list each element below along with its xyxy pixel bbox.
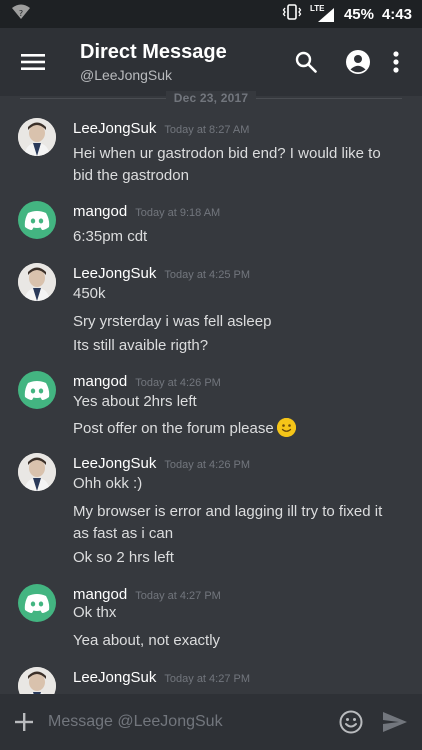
- message-header: LeeJongSuk Today at 4:25 PM: [73, 265, 250, 282]
- discord-logo-icon: [24, 211, 50, 230]
- vibrate-icon: [282, 4, 302, 24]
- message-text: 6:35pm cdt: [73, 228, 148, 245]
- username[interactable]: mangod: [73, 203, 127, 220]
- timestamp: Today at 9:18 AM: [135, 207, 221, 219]
- svg-text:?: ?: [19, 9, 23, 18]
- message-text-with-emoji: Post offer on the forum please: [73, 418, 296, 440]
- username[interactable]: LeeJongSuk: [73, 455, 156, 472]
- wifi-icon: ?: [12, 4, 30, 25]
- date-divider-label: Dec 23, 2017: [165, 91, 257, 105]
- date-divider: Dec 23, 2017: [0, 90, 422, 106]
- plus-icon[interactable]: [12, 710, 36, 734]
- header-titles: Direct Message @LeeJongSuk: [80, 40, 274, 84]
- avatar[interactable]: [18, 263, 56, 301]
- message-header: mangod Today at 4:27 PM: [73, 586, 221, 603]
- signal-icon: LTE: [310, 4, 336, 22]
- message-text: as fast as i can: [73, 525, 174, 542]
- message-text: 450k: [73, 285, 106, 302]
- slightly-smiling-face-icon: [276, 418, 296, 437]
- message-text: Yea about, not exactly: [73, 632, 221, 649]
- avatar[interactable]: [18, 453, 56, 491]
- account-circle-icon[interactable]: [338, 42, 378, 82]
- discord-logo-icon: [24, 594, 50, 613]
- avatar[interactable]: [18, 118, 56, 156]
- username[interactable]: LeeJongSuk: [73, 669, 156, 686]
- avatar[interactable]: [18, 371, 56, 409]
- timestamp: Today at 4:26 PM: [135, 377, 221, 389]
- message-text: Ok thx: [73, 604, 117, 621]
- username[interactable]: mangod: [73, 586, 127, 603]
- timestamp: Today at 4:26 PM: [164, 459, 251, 471]
- timestamp: Today at 4:25 PM: [164, 269, 251, 281]
- avatar[interactable]: [18, 584, 56, 622]
- username[interactable]: LeeJongSuk: [73, 120, 156, 137]
- message-header: LeeJongSuk Today at 4:26 PM: [73, 455, 250, 472]
- search-icon[interactable]: [286, 42, 326, 82]
- message-input[interactable]: [48, 713, 322, 731]
- battery-percent: 45%: [343, 5, 374, 23]
- username[interactable]: mangod: [73, 373, 127, 390]
- send-icon[interactable]: [380, 707, 410, 737]
- timestamp: Today at 4:27 PM: [135, 590, 221, 602]
- status-bar: ? LTE 45% 4:43: [0, 0, 422, 28]
- message-text: bid the gastrodon: [73, 167, 189, 184]
- message-header: mangod Today at 4:26 PM: [73, 373, 221, 390]
- message-text: Hei when ur gastrodon bid end? I would l…: [73, 145, 381, 162]
- message-text: Yes about 2hrs left: [73, 393, 197, 410]
- avatar[interactable]: [18, 201, 56, 239]
- message-list[interactable]: LeeJongSuk Today at 8:27 AM Hei when ur …: [0, 108, 422, 694]
- avatar[interactable]: [18, 667, 56, 694]
- message-header: mangod Today at 9:18 AM: [73, 203, 220, 220]
- clock: 4:43: [381, 5, 412, 23]
- message-composer: [0, 694, 422, 750]
- message-text: Ok so 2 hrs left: [73, 549, 174, 566]
- page-subtitle: @LeeJongSuk: [80, 67, 173, 83]
- more-vertical-icon[interactable]: [382, 42, 410, 82]
- timestamp: Today at 8:27 AM: [164, 124, 250, 136]
- emoji-smile-icon[interactable]: [336, 707, 366, 737]
- message-text: Ohh okk :): [73, 475, 143, 492]
- message-text: Sry yrsterday i was fell asleep: [73, 313, 272, 330]
- message-header: LeeJongSuk Today at 8:27 AM: [73, 120, 249, 137]
- discord-logo-icon: [24, 381, 50, 400]
- timestamp: Today at 4:27 PM: [164, 673, 251, 685]
- page-title: Direct Message: [80, 41, 227, 63]
- hamburger-menu-icon[interactable]: [18, 47, 48, 77]
- app-bar: Direct Message @LeeJongSuk: [0, 28, 422, 96]
- message-text: Post offer on the forum please: [73, 420, 274, 437]
- message-text: Its still avaible rigth?: [73, 337, 209, 354]
- message-text: My browser is error and lagging ill try …: [73, 503, 383, 520]
- message-header: LeeJongSuk Today at 4:27 PM: [73, 669, 250, 686]
- username[interactable]: LeeJongSuk: [73, 265, 156, 282]
